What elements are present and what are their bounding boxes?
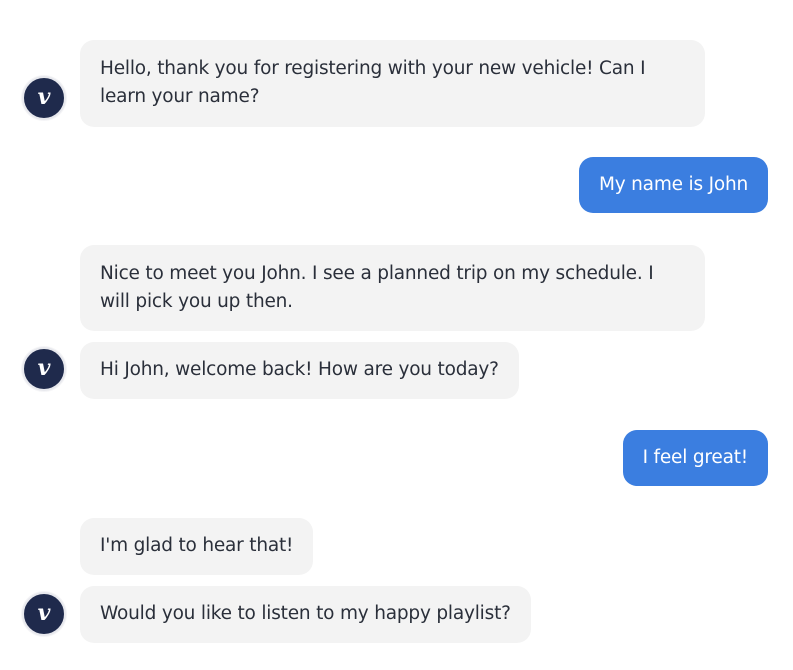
bot-message: Hello, thank you for registering with yo… [80,40,705,127]
message-text: Hi John, welcome back! How are you today… [100,359,499,380]
avatar-logo-icon: v [37,355,51,381]
assistant-avatar: v [22,592,66,636]
bot-message: Would you like to listen to my happy pla… [80,586,531,643]
chat-window: Hello, thank you for registering with yo… [0,0,793,670]
message-text: Hello, thank you for registering with yo… [100,58,646,107]
assistant-avatar: v [22,76,66,120]
user-message: My name is John [578,157,768,213]
user-message: I feel great! [622,430,768,486]
message-text: Would you like to listen to my happy pla… [100,603,511,624]
avatar-logo-icon: v [37,84,51,110]
message-text: My name is John [598,174,748,195]
bot-message: Nice to meet you John. I see a planned t… [80,245,705,331]
avatar-logo-icon: v [37,600,51,626]
message-text: I'm glad to hear that! [100,535,294,556]
message-text: Nice to meet you John. I see a planned t… [100,263,654,312]
assistant-avatar: v [22,347,66,391]
bot-message: Hi John, welcome back! How are you today… [80,342,519,399]
bot-message: I'm glad to hear that! [80,518,314,575]
message-text: I feel great! [642,447,749,468]
